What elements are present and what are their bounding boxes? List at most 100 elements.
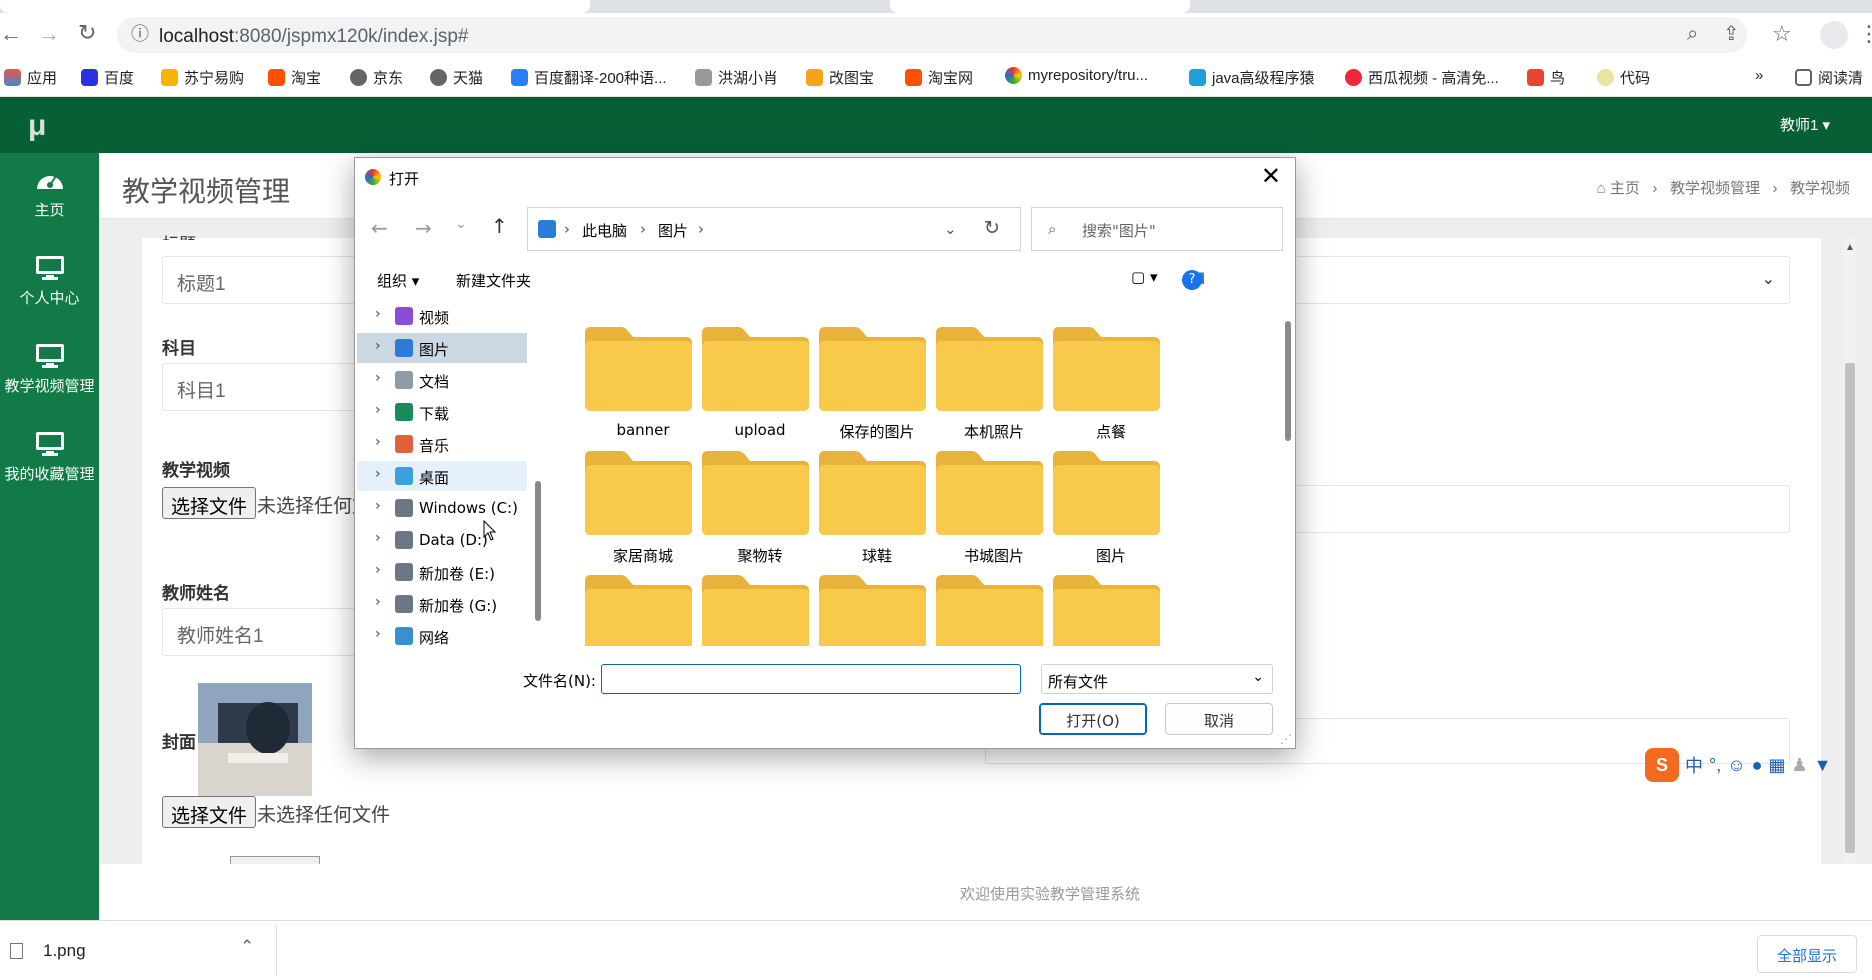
- star-icon[interactable]: ☆: [1772, 23, 1792, 45]
- refresh-icon[interactable]: ↻: [984, 217, 1000, 239]
- bookmark-fanyi[interactable]: 百度翻译-200种语...: [511, 67, 667, 88]
- tree-item[interactable]: › 新加卷 (E:): [357, 557, 527, 587]
- reading-list[interactable]: 阅读清: [1795, 67, 1863, 88]
- bookmark-baidu[interactable]: 百度: [81, 67, 134, 88]
- bookmark-honghu[interactable]: 洪湖小肖: [695, 67, 778, 88]
- bookmark-myrepository[interactable]: myrepository/tru...: [1005, 67, 1148, 84]
- expand-chevron-icon[interactable]: ›: [375, 370, 381, 386]
- folder-item[interactable]: [690, 557, 809, 646]
- sidebar-item-home[interactable]: 主页: [0, 153, 99, 241]
- file-scrollbar[interactable]: [1283, 301, 1293, 646]
- bookmark-java[interactable]: java高级程序猿: [1189, 67, 1315, 88]
- path-this-pc[interactable]: 此电脑: [582, 220, 627, 241]
- folder-item[interactable]: [924, 557, 1043, 646]
- folder-item[interactable]: 球鞋: [807, 433, 926, 573]
- breadcrumb-home[interactable]: 主页: [1610, 180, 1640, 197]
- browser-tab[interactable]: [0, 0, 590, 13]
- expand-chevron-icon[interactable]: ›: [375, 562, 381, 578]
- address-bar[interactable]: ⓘ localhost:8080/jspmx120k/index.jsp# ⌕ …: [117, 17, 1747, 53]
- choose-cover-button[interactable]: 选择文件: [162, 796, 257, 828]
- expand-chevron-icon[interactable]: ›: [375, 306, 381, 322]
- show-all-button[interactable]: 全部显示: [1757, 935, 1857, 973]
- tree-item[interactable]: › 图片: [357, 333, 527, 363]
- breadcrumb-level1[interactable]: 教学视频管理: [1670, 180, 1760, 197]
- filename-input[interactable]: [601, 664, 1021, 694]
- skin-icon[interactable]: ▼: [1814, 755, 1832, 776]
- tree-item[interactable]: › 文档: [357, 365, 527, 395]
- sidebar-item-profile[interactable]: 个人中心: [0, 241, 99, 329]
- tree-scrollbar[interactable]: [535, 301, 541, 646]
- folder-item[interactable]: 保存的图片: [807, 309, 926, 449]
- download-filename[interactable]: 1.png: [43, 941, 86, 961]
- folder-item[interactable]: 聚物转: [690, 433, 809, 573]
- sogou-logo-icon[interactable]: S: [1645, 748, 1679, 782]
- resize-grip-icon[interactable]: ⋰: [1280, 732, 1292, 746]
- keyboard-icon[interactable]: ▦: [1768, 755, 1785, 776]
- bookmark-taobaowang[interactable]: 淘宝网: [905, 67, 973, 88]
- chevron-up-icon[interactable]: ⌃: [240, 937, 254, 957]
- forward-icon[interactable]: →: [415, 216, 432, 240]
- tree-item[interactable]: › 视频: [357, 301, 527, 331]
- search-box[interactable]: ⌕ 搜索"图片": [1031, 207, 1283, 251]
- scrollbar-thumb[interactable]: [535, 481, 541, 621]
- ime-mode-toggle[interactable]: 中: [1685, 752, 1703, 778]
- mic-icon[interactable]: ●: [1752, 755, 1763, 776]
- forward-icon[interactable]: →: [38, 23, 60, 45]
- reload-icon[interactable]: ↻: [78, 22, 96, 44]
- path-pictures[interactable]: 图片: [658, 220, 688, 241]
- expand-chevron-icon[interactable]: ›: [375, 402, 381, 418]
- expand-chevron-icon[interactable]: ›: [375, 466, 381, 482]
- user-icon[interactable]: ♟: [1791, 755, 1807, 776]
- chevron-down-icon[interactable]: ⌄: [944, 220, 957, 238]
- folder-item[interactable]: 书城图片: [924, 433, 1043, 573]
- tree-item[interactable]: › 音乐: [357, 429, 527, 459]
- organize-button[interactable]: 组织 ▾: [377, 270, 419, 291]
- tree-item[interactable]: › 新加卷 (G:): [357, 589, 527, 619]
- bookmark-code[interactable]: 代码: [1597, 67, 1650, 88]
- bookmark-suning[interactable]: 苏宁易购: [161, 67, 244, 88]
- folder-item[interactable]: 家居商城: [573, 433, 692, 573]
- folder-item[interactable]: 图片: [1041, 433, 1160, 573]
- view-options-icon[interactable]: ▢ ▾: [1131, 268, 1157, 286]
- ime-punct-toggle[interactable]: °,: [1709, 755, 1721, 776]
- expand-chevron-icon[interactable]: ›: [375, 594, 381, 610]
- tree-item[interactable]: › 下载: [357, 397, 527, 427]
- scrollbar-thumb[interactable]: [1285, 321, 1291, 441]
- bookmark-bird[interactable]: 鸟: [1527, 67, 1565, 88]
- tree-item[interactable]: › 网络: [357, 621, 527, 646]
- video-field[interactable]: [1296, 485, 1790, 533]
- bookmarks-more[interactable]: »: [1755, 67, 1763, 84]
- tree-item[interactable]: › Windows (C:): [357, 493, 527, 523]
- choose-video-button[interactable]: 选择文件: [162, 487, 257, 519]
- file-type-select[interactable]: 所有文件 ⌄: [1041, 664, 1273, 694]
- up-icon[interactable]: ↑: [491, 214, 508, 238]
- select-field[interactable]: ⌄: [1296, 256, 1790, 304]
- back-icon[interactable]: ←: [0, 23, 22, 45]
- cancel-button[interactable]: 取消: [1165, 703, 1273, 735]
- sidebar-item-video[interactable]: 教学视频管理: [0, 329, 99, 417]
- emoji-icon[interactable]: ☺: [1727, 755, 1745, 776]
- expand-chevron-icon[interactable]: ›: [375, 498, 381, 514]
- bookmark-tmall[interactable]: 天猫: [430, 67, 483, 88]
- folder-item[interactable]: [573, 557, 692, 646]
- info-icon[interactable]: ⓘ: [131, 25, 149, 43]
- tree-item[interactable]: › Data (D:): [357, 525, 527, 555]
- folder-item[interactable]: 本机照片: [924, 309, 1043, 449]
- menu-icon[interactable]: ⋮: [1858, 23, 1872, 45]
- bookmark-xigua[interactable]: 西瓜视频 - 高清免...: [1345, 67, 1499, 88]
- recent-dropdown-icon[interactable]: ⌄: [455, 216, 467, 232]
- bookmark-taobao[interactable]: 淘宝: [268, 67, 321, 88]
- share-icon[interactable]: ⇪: [1723, 24, 1740, 44]
- sidebar-item-favorites[interactable]: 我的收藏管理: [0, 417, 99, 505]
- help-icon[interactable]: ?: [1182, 270, 1202, 290]
- bookmark-apps[interactable]: 应用: [4, 67, 57, 88]
- open-button[interactable]: 打开(O): [1039, 703, 1147, 735]
- browser-tab[interactable]: [890, 0, 1190, 13]
- expand-chevron-icon[interactable]: ›: [375, 530, 381, 546]
- folder-item[interactable]: [1041, 557, 1160, 646]
- user-menu[interactable]: 教师1 ▾: [1780, 114, 1830, 135]
- folder-item[interactable]: [807, 557, 926, 646]
- expand-chevron-icon[interactable]: ›: [375, 626, 381, 642]
- profile-avatar[interactable]: [1820, 21, 1848, 49]
- folder-item[interactable]: banner: [573, 309, 692, 449]
